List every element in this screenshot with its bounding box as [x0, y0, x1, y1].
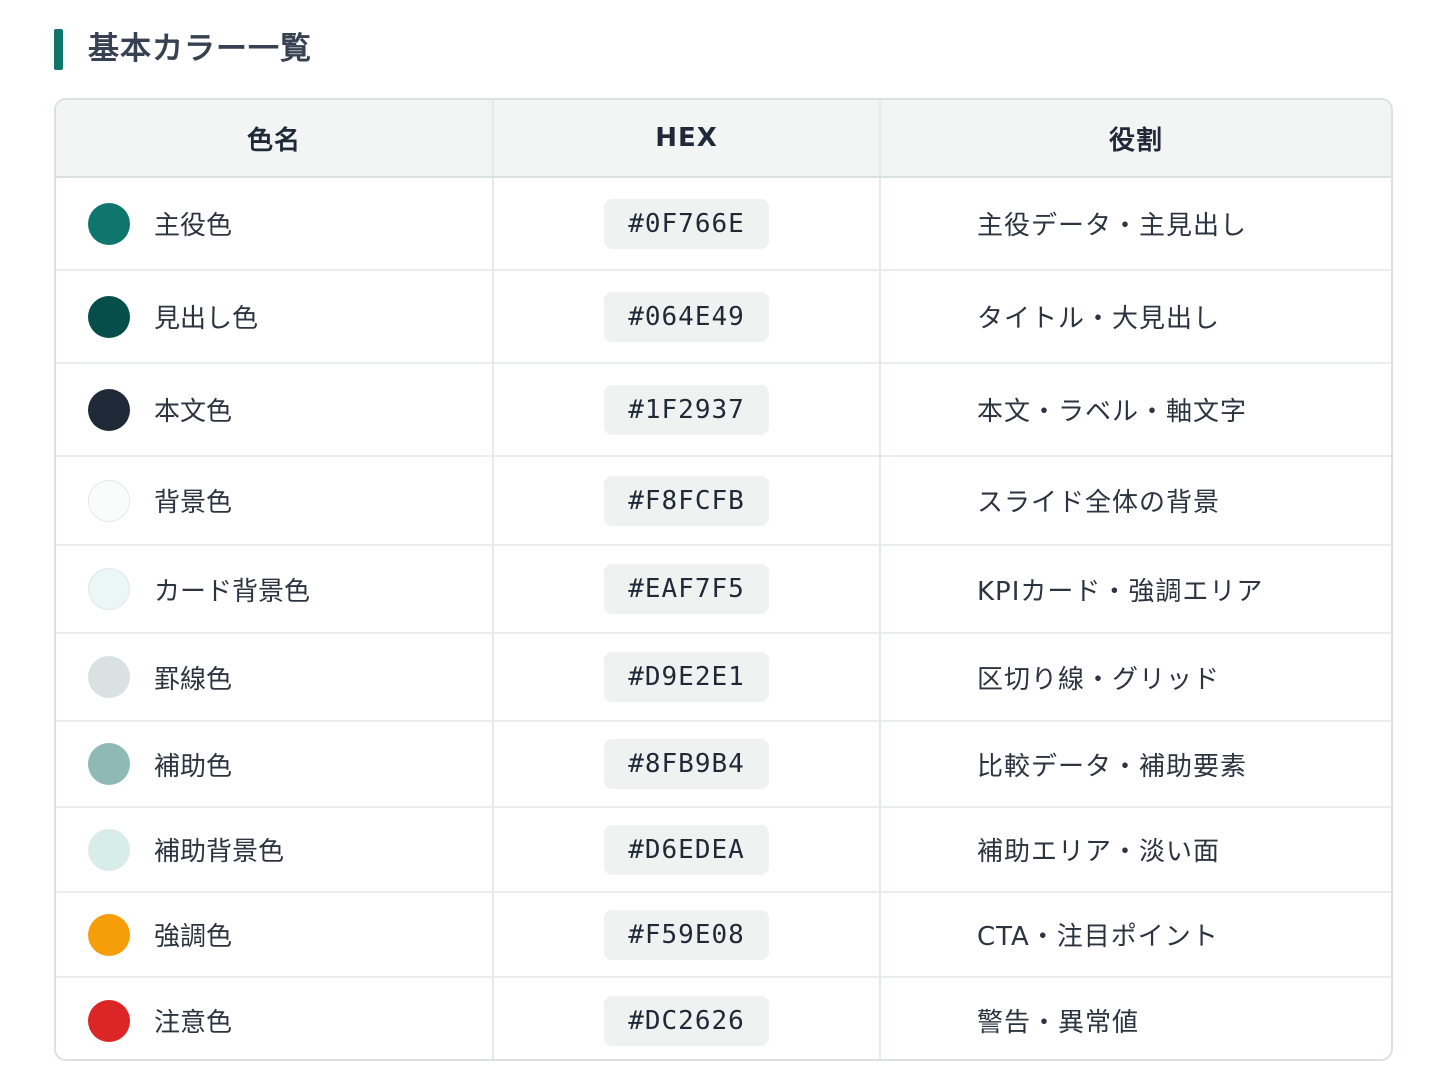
- color-name-group: 注意色: [56, 999, 492, 1042]
- table-row: 見出し色 #064E49 タイトル・大見出し: [56, 269, 1391, 363]
- color-role: CTA・注目ポイント: [879, 891, 1391, 977]
- table-row: 注意色 #DC2626 警告・異常値: [56, 976, 1391, 1059]
- table-row: 罫線色 #D9E2E1 区切り線・グリッド: [56, 632, 1391, 721]
- color-name-cell: 罫線色: [56, 632, 493, 721]
- table-header-row: 色名 HEX 役割: [56, 100, 1391, 178]
- color-name-group: 補助色: [56, 743, 492, 785]
- hex-code-chip: #D6EDEA: [604, 824, 769, 875]
- table-row: 補助背景色 #D6EDEA 補助エリア・淡い面: [56, 806, 1391, 892]
- color-swatch: [88, 202, 130, 245]
- color-role: 主役データ・主見出し: [879, 177, 1391, 270]
- color-swatch: [88, 479, 130, 522]
- hex-cell: #D9E2E1: [492, 632, 880, 721]
- color-name-cell: 見出し色: [56, 269, 493, 363]
- color-swatch: [88, 656, 130, 698]
- color-name-cell: 強調色: [56, 891, 493, 977]
- hex-code-chip: #D9E2E1: [604, 652, 769, 702]
- color-swatch: [88, 743, 130, 785]
- color-name-group: 補助背景色: [56, 828, 492, 871]
- color-name: 背景色: [154, 488, 233, 518]
- color-name: 強調色: [154, 922, 233, 952]
- hex-code-chip: #EAF7F5: [604, 564, 769, 614]
- color-name-cell: 背景色: [56, 455, 493, 545]
- color-name-cell: カード背景色: [56, 544, 493, 633]
- hex-code-chip: #064E49: [604, 291, 769, 342]
- color-role: タイトル・大見出し: [879, 269, 1391, 363]
- hex-cell: #F8FCFB: [492, 455, 880, 545]
- hex-cell: #F59E08: [492, 891, 880, 977]
- color-name-group: 主役色: [56, 202, 492, 245]
- table-row: 強調色 #F59E08 CTA・注目ポイント: [56, 891, 1391, 977]
- hex-code-chip: #F8FCFB: [604, 475, 769, 526]
- hex-cell: #D6EDEA: [492, 806, 880, 892]
- hex-cell: #DC2626: [492, 976, 880, 1059]
- color-name-group: 背景色: [56, 479, 492, 522]
- color-name: 補助背景色: [154, 837, 285, 867]
- table-row: 主役色 #0F766E 主役データ・主見出し: [56, 177, 1391, 270]
- color-name: カード背景色: [154, 576, 311, 607]
- hex-code-chip: #0F766E: [604, 198, 769, 249]
- color-name: 罫線色: [154, 664, 233, 695]
- hex-cell: #064E49: [492, 269, 880, 363]
- color-name: 補助色: [154, 751, 233, 782]
- color-name-group: 罫線色: [56, 656, 492, 698]
- color-table-card: 色名 HEX 役割 主役色 #0F766E 主役データ・主見出し見出し色 #064E4…: [54, 98, 1393, 1061]
- color-swatch: [88, 828, 130, 871]
- title-accent-bar: [54, 28, 63, 70]
- color-name-group: 本文色: [56, 388, 492, 431]
- column-header-hex: HEX: [492, 100, 880, 178]
- color-role: 区切り線・グリッド: [879, 632, 1391, 721]
- color-name-cell: 本文色: [56, 362, 493, 456]
- color-role: KPIカード・強調エリア: [879, 544, 1391, 633]
- color-name-group: 見出し色: [56, 295, 492, 338]
- color-role: 補助エリア・淡い面: [879, 806, 1391, 892]
- color-swatch: [88, 999, 130, 1042]
- hex-code-chip: #DC2626: [604, 995, 769, 1046]
- color-name-cell: 注意色: [56, 976, 493, 1059]
- page-header: 基本カラー一覧: [54, 28, 312, 70]
- table-row: 補助色 #8FB9B4 比較データ・補助要素: [56, 720, 1391, 807]
- color-swatch: [88, 913, 130, 956]
- table-body: 主役色 #0F766E 主役データ・主見出し見出し色 #064E49 タイトル・大見出し…: [56, 177, 1391, 1059]
- table-row: 本文色 #1F2937 本文・ラベル・軸文字: [56, 362, 1391, 456]
- color-name: 注意色: [154, 1008, 233, 1038]
- color-swatch: [88, 568, 130, 610]
- hex-cell: #8FB9B4: [492, 720, 880, 807]
- color-name: 主役色: [154, 211, 233, 241]
- hex-cell: #EAF7F5: [492, 544, 880, 633]
- hex-cell: #0F766E: [492, 177, 880, 270]
- color-name-group: 強調色: [56, 913, 492, 956]
- color-table: 色名 HEX 役割 主役色 #0F766E 主役データ・主見出し見出し色 #064E4…: [56, 100, 1391, 1059]
- color-role: スライド全体の背景: [879, 455, 1391, 545]
- color-role: 本文・ラベル・軸文字: [879, 362, 1391, 456]
- table-row: 背景色 #F8FCFB スライド全体の背景: [56, 455, 1391, 545]
- color-name-group: カード背景色: [56, 568, 492, 610]
- table-row: カード背景色 #EAF7F5 KPIカード・強調エリア: [56, 544, 1391, 633]
- color-role: 警告・異常値: [879, 976, 1391, 1059]
- color-name-cell: 補助背景色: [56, 806, 493, 892]
- color-name: 本文色: [154, 397, 233, 427]
- color-name: 見出し色: [154, 304, 259, 334]
- column-header-name: 色名: [56, 100, 493, 178]
- hex-code-chip: #F59E08: [604, 909, 769, 960]
- color-name-cell: 主役色: [56, 177, 493, 270]
- color-swatch: [88, 295, 130, 338]
- hex-code-chip: #8FB9B4: [604, 739, 769, 789]
- page-title: 基本カラー一覧: [88, 31, 312, 67]
- color-swatch: [88, 388, 130, 431]
- color-role: 比較データ・補助要素: [879, 720, 1391, 807]
- column-header-role: 役割: [879, 100, 1391, 178]
- color-name-cell: 補助色: [56, 720, 493, 807]
- hex-cell: #1F2937: [492, 362, 880, 456]
- hex-code-chip: #1F2937: [604, 384, 769, 435]
